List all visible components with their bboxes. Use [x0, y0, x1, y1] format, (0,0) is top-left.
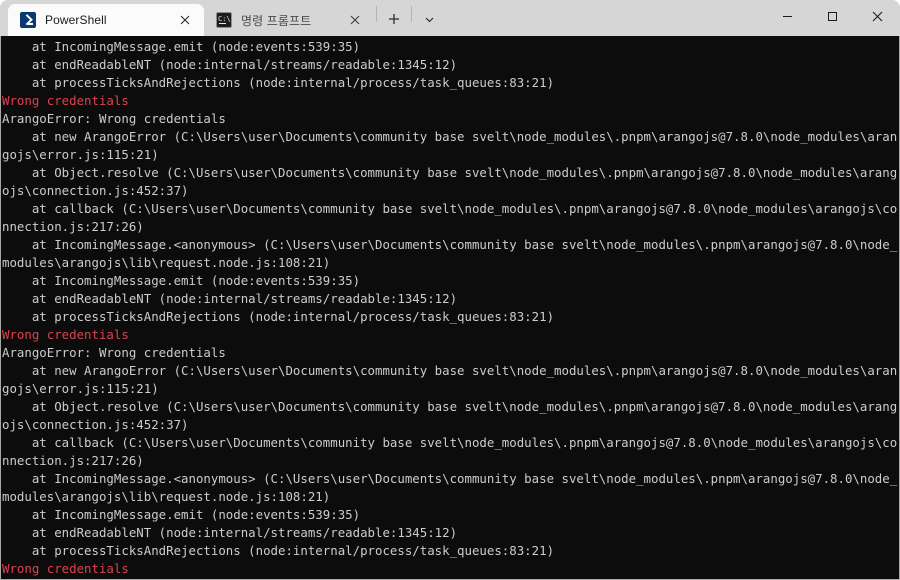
window-controls	[765, 0, 900, 36]
terminal-line: at endReadableNT (node:internal/streams/…	[2, 525, 458, 540]
terminal-line: at Object.resolve (C:\Users\user\Documen…	[2, 165, 898, 180]
terminal-line: at processTicksAndRejections (node:inter…	[2, 75, 555, 90]
terminal-line: at processTicksAndRejections (node:inter…	[2, 309, 555, 324]
terminal-line: ojs\connection.js:452:37)	[2, 183, 189, 198]
close-button[interactable]	[855, 0, 900, 32]
tab-command-prompt[interactable]: 명령 프롬프트	[204, 4, 374, 36]
terminal-line: at callback (C:\Users\user\Documents\com…	[2, 435, 898, 450]
terminal-line: gojs\error.js:115:21)	[2, 381, 159, 396]
tab-separator	[376, 6, 377, 22]
terminal-line: ArangoError: Wrong credentials	[2, 345, 226, 360]
terminal-line: ArangoError: Wrong credentials	[2, 111, 226, 126]
terminal-window: PowerShell 명령 프롬프트	[0, 0, 900, 580]
terminal-line: at IncomingMessage.<anonymous> (C:\Users…	[2, 237, 898, 252]
close-tab-icon[interactable]	[174, 9, 196, 31]
tab-separator	[411, 6, 412, 22]
terminal-line: at callback (C:\Users\user\Documents\com…	[2, 201, 898, 216]
close-tab-icon[interactable]	[344, 9, 366, 31]
terminal-line: at new ArangoError (C:\Users\user\Docume…	[2, 129, 898, 144]
terminal-error-line: Wrong credentials	[2, 327, 129, 342]
terminal-line: at IncomingMessage.emit (node:events:539…	[2, 39, 361, 54]
tab-strip: PowerShell 명령 프롬프트	[0, 0, 444, 36]
terminal-line: at endReadableNT (node:internal/streams/…	[2, 57, 458, 72]
minimize-button[interactable]	[765, 0, 810, 32]
maximize-button[interactable]	[810, 0, 855, 32]
terminal-line: modules\arangojs\lib\request.node.js:108…	[2, 255, 331, 270]
powershell-icon	[20, 12, 36, 28]
terminal-line: at IncomingMessage.<anonymous> (C:\Users…	[2, 471, 898, 486]
terminal-pane[interactable]: at IncomingMessage.emit (node:events:539…	[0, 36, 900, 580]
terminal-line: ojs\connection.js:452:37)	[2, 417, 189, 432]
command-prompt-icon	[216, 12, 232, 28]
terminal-line: at new ArangoError (C:\Users\user\Docume…	[2, 363, 898, 378]
terminal-line: nnection.js:217:26)	[2, 219, 144, 234]
terminal-line: modules\arangojs\lib\request.node.js:108…	[2, 489, 331, 504]
terminal-output: at IncomingMessage.emit (node:events:539…	[1, 38, 899, 578]
terminal-line: at IncomingMessage.emit (node:events:539…	[2, 507, 361, 522]
tab-title: 명령 프롬프트	[241, 13, 312, 28]
tab-powershell[interactable]: PowerShell	[8, 4, 204, 36]
terminal-line: nnection.js:217:26)	[2, 453, 144, 468]
terminal-line: at processTicksAndRejections (node:inter…	[2, 543, 555, 558]
terminal-error-line: Wrong credentials	[2, 93, 129, 108]
terminal-line: at endReadableNT (node:internal/streams/…	[2, 291, 458, 306]
tab-title: PowerShell	[45, 13, 107, 27]
terminal-error-line: Wrong credentials	[2, 561, 129, 576]
title-bar[interactable]: PowerShell 명령 프롬프트	[0, 0, 900, 36]
terminal-line: at IncomingMessage.emit (node:events:539…	[2, 273, 361, 288]
terminal-line: at Object.resolve (C:\Users\user\Documen…	[2, 399, 898, 414]
terminal-line: gojs\error.js:115:21)	[2, 147, 159, 162]
chevron-down-icon[interactable]	[414, 5, 444, 33]
new-tab-button[interactable]	[379, 5, 409, 33]
